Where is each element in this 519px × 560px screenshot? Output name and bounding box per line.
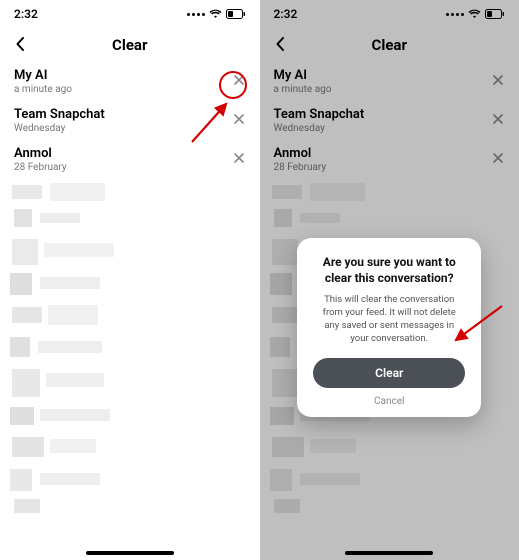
wifi-icon [209,9,222,19]
list-item-text: My AI a minute ago [14,68,72,95]
left-phone: 2:32 Clear My AI a minute ago [0,0,260,560]
confirm-dialog: Are you sure you want to clear this conv… [297,238,481,417]
status-right [187,9,246,19]
status-bar: 2:32 [0,0,260,28]
dialog-body: This will clear the conversation from yo… [313,294,465,345]
status-time: 2:32 [14,7,38,21]
close-icon[interactable] [232,111,246,130]
dialog-title: Are you sure you want to clear this conv… [313,254,465,286]
list-item-name: My AI [14,68,72,83]
cancel-button[interactable]: Cancel [313,396,465,407]
clear-button[interactable]: Clear [313,358,465,388]
list-item-text: Team Snapchat Wednesday [14,107,105,134]
blurred-content [0,179,260,519]
nav-bar: Clear [0,28,260,62]
back-button[interactable] [10,32,32,59]
list-item-text: Anmol 28 February [14,146,67,173]
list-item-sub: 28 February [14,162,67,173]
home-indicator [86,551,174,555]
battery-icon [226,9,246,19]
close-icon[interactable] [232,72,246,91]
conversation-list: My AI a minute ago Team Snapchat Wednesd… [0,62,260,179]
list-item[interactable]: My AI a minute ago [0,62,260,101]
list-item-name: Team Snapchat [14,107,105,122]
list-item-sub: a minute ago [14,84,72,95]
list-item-sub: Wednesday [14,123,105,134]
list-item[interactable]: Anmol 28 February [0,140,260,179]
page-title: Clear [0,36,260,54]
list-item[interactable]: Team Snapchat Wednesday [0,101,260,140]
list-item-name: Anmol [14,146,67,161]
close-icon[interactable] [232,150,246,169]
cellular-icon [187,13,205,16]
right-phone: 2:32 Clear My AI a minute ago [260,0,519,560]
